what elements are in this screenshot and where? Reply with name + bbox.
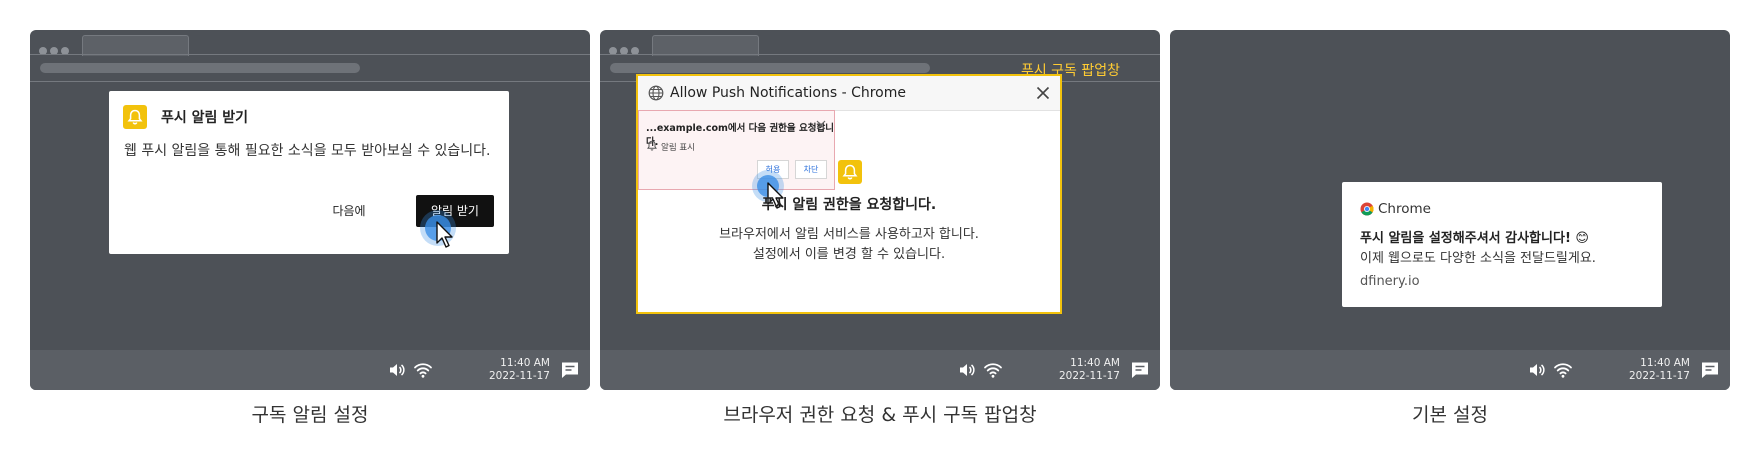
notification-app-name: Chrome <box>1378 201 1431 217</box>
address-bar[interactable] <box>40 63 360 73</box>
desktop-panel-subscribe: 푸시 알림 받기 웹 푸시 알림을 통해 필요한 소식을 모두 받아보실 수 있… <box>30 30 590 390</box>
popup-heading: 푸시 알림 권한을 요청합니다. <box>761 197 937 213</box>
dialog-title: 푸시 알림 받기 <box>161 110 249 126</box>
chrome-logo-icon <box>1360 202 1374 216</box>
browser-toolbar <box>30 54 590 82</box>
subscribe-dialog: 푸시 알림 받기 웹 푸시 알림을 통해 필요한 소식을 모두 받아보실 수 있… <box>109 91 509 254</box>
dialog-description: 웹 푸시 알림을 통해 필요한 소식을 모두 받아보실 수 있습니다. <box>124 143 491 159</box>
chat-icon[interactable] <box>1700 360 1720 380</box>
notification-body: 이제 웹으로도 다양한 소식을 전달드릴게요. <box>1360 251 1596 266</box>
clock-time: 11:40 AM <box>500 357 550 369</box>
notification-title: 푸시 알림을 설정해주셔서 감사합니다! 😊 <box>1360 231 1589 246</box>
permission-prompt: ...example.com에서 다음 권한을 요청합니다. 알림 표시 허용 … <box>638 110 835 190</box>
browser-chrome <box>30 30 590 82</box>
system-clock[interactable]: 11:40 AM 2022-11-17 <box>1059 357 1120 383</box>
popup-title: Allow Push Notifications - Chrome <box>670 85 906 101</box>
push-notification[interactable]: Chrome 푸시 알림을 설정해주셔서 감사합니다! 😊 이제 웹으로도 다양… <box>1342 182 1662 307</box>
bell-icon <box>838 160 862 184</box>
desktop-panel-default: Chrome 푸시 알림을 설정해주셔서 감사합니다! 😊 이제 웹으로도 다양… <box>1170 30 1730 390</box>
clock-date: 2022-11-17 <box>1058 370 1120 382</box>
taskbar: 11:40 AM 2022-11-17 <box>1170 350 1730 390</box>
volume-icon[interactable] <box>387 360 407 380</box>
notification-site: dfinery.io <box>1360 274 1420 289</box>
bell-icon <box>647 140 657 151</box>
cursor-icon <box>436 221 453 248</box>
clock-date: 2022-11-17 <box>488 370 550 382</box>
push-popup-window: Allow Push Notifications - Chrome ...exa… <box>636 74 1062 314</box>
clock-time: 11:40 AM <box>1640 357 1690 369</box>
globe-icon <box>648 85 664 101</box>
caption-permission: 브라우저 권한 요청 & 푸시 구독 팝업창 <box>723 404 1037 426</box>
close-icon[interactable] <box>816 120 826 130</box>
popup-line-2: 설정에서 이를 변경 할 수 있습니다. <box>752 247 946 262</box>
caption-default: 기본 설정 <box>1412 404 1488 426</box>
wifi-icon[interactable] <box>413 360 433 380</box>
caption-subscribe: 구독 알림 설정 <box>251 404 369 426</box>
wifi-icon[interactable] <box>983 360 1003 380</box>
popup-title-bar: Allow Push Notifications - Chrome <box>638 76 1060 111</box>
clock-date: 2022-11-17 <box>1628 370 1690 382</box>
system-clock[interactable]: 11:40 AM 2022-11-17 <box>1629 357 1690 383</box>
desktop-panel-permission: 푸시 구독 팝업창 Allow Push Notifications - Chr… <box>600 30 1160 390</box>
chat-icon[interactable] <box>1130 360 1150 380</box>
wifi-icon[interactable] <box>1553 360 1573 380</box>
address-bar[interactable] <box>610 63 930 73</box>
browser-tab[interactable] <box>652 35 759 56</box>
system-clock[interactable]: 11:40 AM 2022-11-17 <box>489 357 550 383</box>
later-button[interactable]: 다음에 <box>319 196 379 226</box>
chat-icon[interactable] <box>560 360 580 380</box>
volume-icon[interactable] <box>1527 360 1547 380</box>
taskbar: 11:40 AM 2022-11-17 <box>30 350 590 390</box>
clock-time: 11:40 AM <box>1070 357 1120 369</box>
popup-line-1: 브라우저에서 알림 서비스를 사용하고자 합니다. <box>719 227 979 242</box>
browser-tab[interactable] <box>82 35 189 56</box>
permission-item: 알림 표시 <box>661 143 695 153</box>
close-icon[interactable] <box>1036 86 1050 100</box>
taskbar: 11:40 AM 2022-11-17 <box>600 350 1160 390</box>
bell-icon <box>123 105 147 129</box>
volume-icon[interactable] <box>957 360 977 380</box>
block-button[interactable]: 차단 <box>795 160 827 179</box>
